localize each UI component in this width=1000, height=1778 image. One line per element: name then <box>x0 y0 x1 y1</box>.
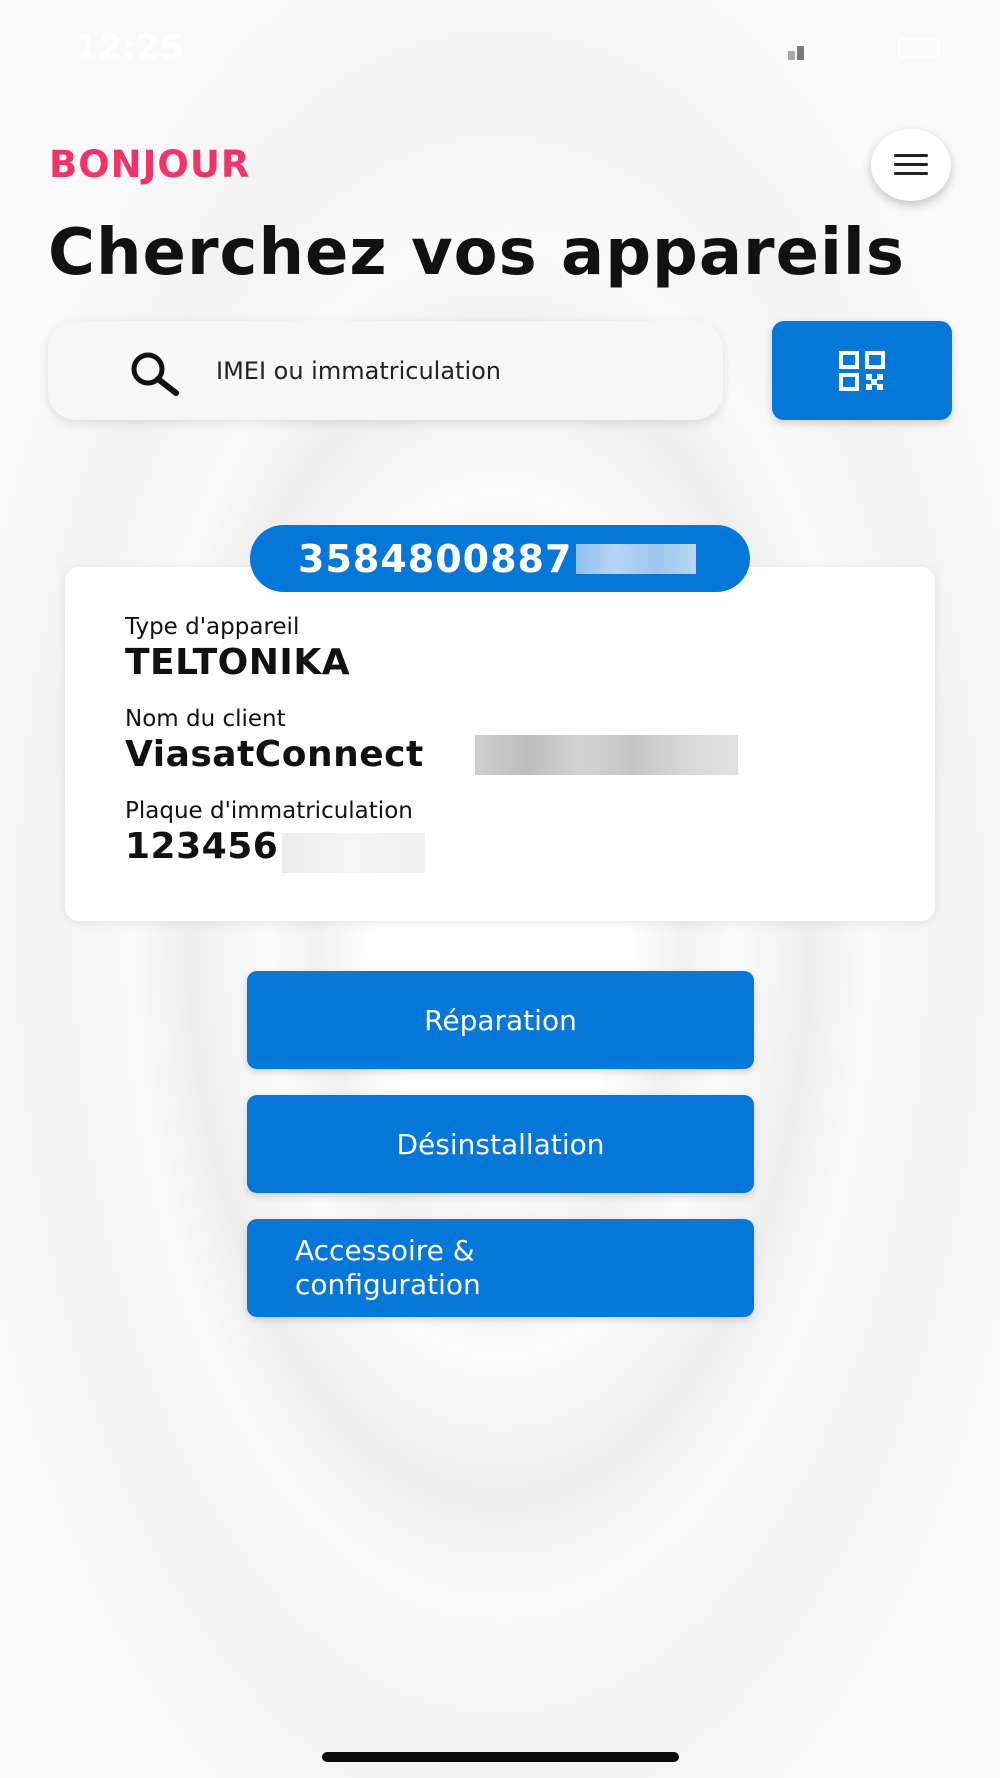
imei-badge: 3584800887 <box>250 525 750 592</box>
imei-value: 3584800887 <box>298 536 573 581</box>
repair-button[interactable]: Réparation <box>247 971 754 1069</box>
accessory-config-label: Accessoire & configuration <box>295 1234 481 1301</box>
client-name-redacted <box>475 735 738 775</box>
menu-icon <box>894 154 928 176</box>
menu-button[interactable] <box>871 129 951 201</box>
greeting-label: BONJOUR <box>49 143 251 186</box>
battery-icon <box>898 38 940 58</box>
qr-code-icon <box>839 350 885 391</box>
plate-value: 123456 <box>125 826 279 867</box>
client-name-label: Nom du client <box>125 706 286 732</box>
status-bar: 12:25 <box>0 0 1000 100</box>
page-title: Cherchez vos appareils <box>48 216 905 290</box>
device-type-value: TELTONIKA <box>125 642 351 683</box>
home-indicator[interactable] <box>322 1752 679 1762</box>
search-input[interactable] <box>216 321 696 420</box>
imei-redacted <box>576 543 697 574</box>
client-name-value: ViasatConnect <box>125 734 424 775</box>
accessory-config-button[interactable]: Accessoire & configuration <box>247 1219 754 1317</box>
signal-icon <box>788 44 810 60</box>
search-icon <box>131 352 179 396</box>
device-type-label: Type d'appareil <box>125 614 300 640</box>
search-box[interactable] <box>48 321 723 420</box>
plate-redacted <box>282 833 425 873</box>
uninstall-button[interactable]: Désinstallation <box>247 1095 754 1193</box>
qr-scan-button[interactable] <box>772 321 952 420</box>
plate-label: Plaque d'immatriculation <box>125 798 413 824</box>
status-time: 12:25 <box>75 28 184 68</box>
